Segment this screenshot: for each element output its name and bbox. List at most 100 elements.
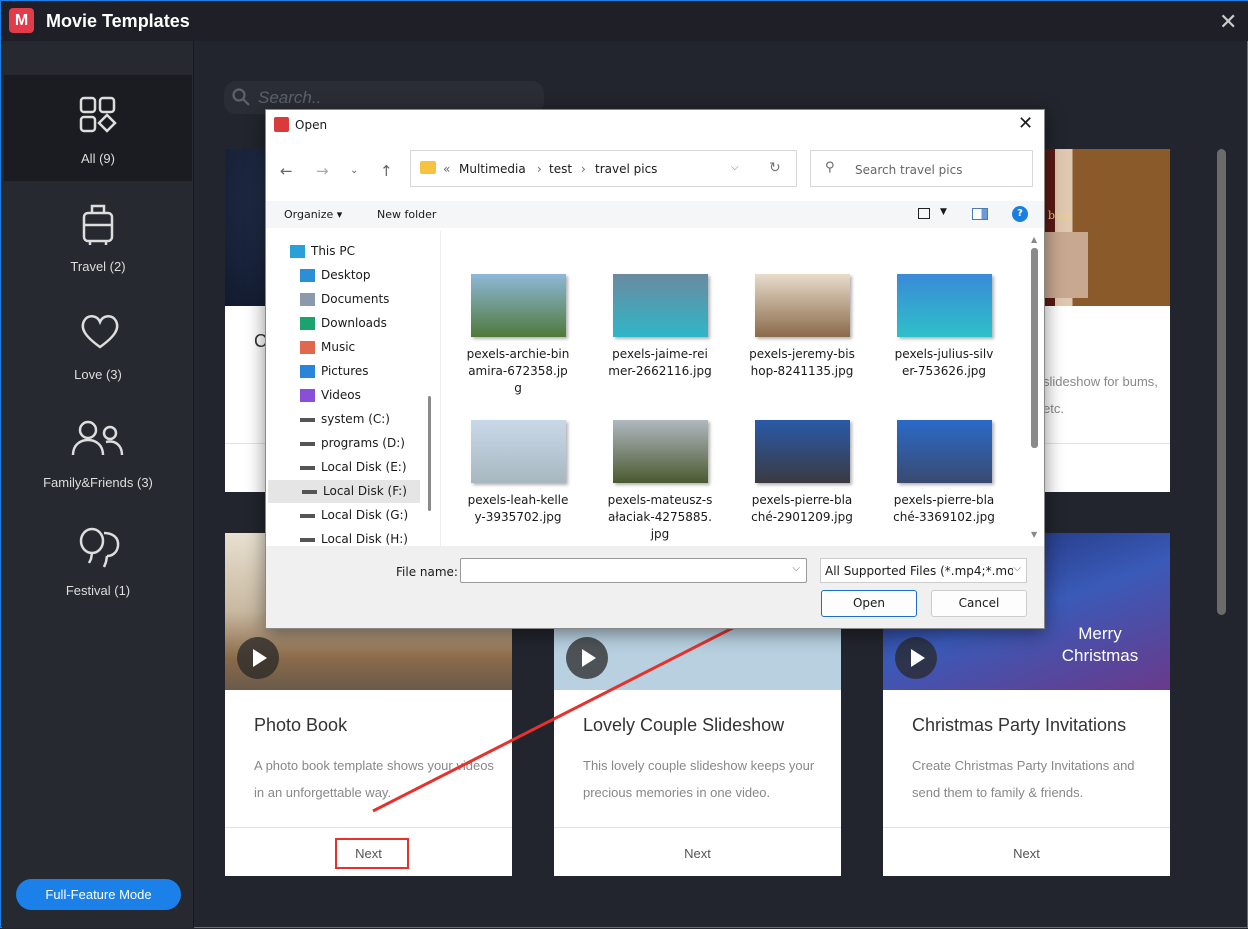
file-thumbnail: [470, 274, 566, 337]
file-name: pexels-pierre-blaché-3369102.jpg: [893, 493, 995, 524]
drive-icon: [300, 538, 315, 542]
nav-item[interactable]: system (C:): [266, 408, 418, 431]
file-thumbnail: [470, 420, 566, 483]
nav-item-label: Local Disk (H:): [321, 532, 408, 546]
breadcrumb-multimedia[interactable]: Multimedia: [459, 162, 526, 176]
nav-item-label: Desktop: [321, 268, 371, 282]
nav-item-label: Downloads: [321, 316, 387, 330]
scroll-up-icon[interactable]: ▲: [1031, 235, 1037, 244]
file-item[interactable]: pexels-jeremy-bishop-8241135.jpg: [737, 274, 867, 380]
preview-pane-icon[interactable]: [972, 208, 988, 220]
folder-icon: [420, 161, 436, 174]
file-name-label: File name:: [396, 565, 458, 579]
file-item[interactable]: pexels-pierre-blaché-2901209.jpg: [737, 420, 867, 526]
nav-item[interactable]: Documents: [266, 288, 418, 311]
nav-item[interactable]: Videos: [266, 384, 418, 407]
address-bar[interactable]: « Multimedia › test › travel pics ⌵ ↻: [410, 150, 797, 187]
nav-item-label: Music: [321, 340, 356, 354]
nav-item[interactable]: Music: [266, 336, 418, 359]
file-name: pexels-pierre-blaché-2901209.jpg: [751, 493, 853, 524]
dialog-footer: File name: ⌵ All Supported Files (*.mp4;…: [266, 546, 1044, 628]
search-placeholder: Search travel pics: [855, 163, 963, 177]
nav-item-label: system (C:): [321, 412, 390, 426]
nav-scrollbar[interactable]: [428, 396, 431, 511]
folder-icon: [300, 317, 315, 330]
file-item[interactable]: pexels-leah-kelley-3935702.jpg: [453, 420, 583, 526]
breadcrumb-overflow[interactable]: «: [443, 162, 450, 176]
nav-item-label: Documents: [321, 292, 390, 306]
search-icon: ⚲: [825, 160, 835, 175]
organize-button[interactable]: Organize ▾: [284, 208, 342, 221]
navigation-pane: This PC Desktop Documents Downloads Music Pic…: [266, 231, 436, 546]
drive-icon: [300, 442, 315, 446]
file-name: pexels-julius-silver-753626.jpg: [894, 347, 994, 378]
folder-icon: [300, 365, 315, 378]
file-item[interactable]: pexels-archie-binamira-672358.jpg: [453, 274, 583, 397]
up-arrow-icon[interactable]: ↑: [380, 162, 393, 180]
drive-icon: [300, 466, 315, 470]
file-name: pexels-jeremy-bishop-8241135.jpg: [749, 347, 855, 378]
chevron-down-icon: ⌵: [1013, 563, 1021, 574]
view-icon[interactable]: [918, 208, 930, 219]
folder-icon: [300, 341, 315, 354]
app-icon: [274, 117, 289, 132]
refresh-icon[interactable]: ↻: [769, 160, 781, 176]
dialog-title: Open: [295, 118, 328, 132]
file-thumbnail: [754, 420, 850, 483]
breadcrumb-test[interactable]: test: [549, 162, 572, 176]
drive-icon: [302, 490, 317, 494]
close-icon[interactable]: ✕: [1018, 113, 1033, 134]
view-dropdown-icon[interactable]: ▼: [940, 207, 947, 217]
file-thumbnail: [896, 274, 992, 337]
file-scrollbar[interactable]: [1031, 248, 1038, 448]
nav-item[interactable]: Desktop: [266, 264, 418, 287]
forward-arrow-icon[interactable]: →: [316, 162, 329, 180]
file-item[interactable]: pexels-mateusz-sałaciak-4275885.jpg: [595, 420, 725, 543]
nav-item[interactable]: Local Disk (E:): [266, 456, 418, 479]
folder-icon: [300, 269, 315, 282]
help-icon[interactable]: ?: [1012, 206, 1028, 222]
nav-item[interactable]: This PC: [266, 240, 408, 263]
nav-item[interactable]: Local Disk (G:): [266, 504, 418, 527]
file-item[interactable]: pexels-jaime-reimer-2662116.jpg: [595, 274, 725, 380]
chevron-down-icon[interactable]: ⌵: [731, 162, 739, 173]
nav-item[interactable]: Pictures: [266, 360, 418, 383]
toolbar: Organize ▾ New folder ▼ ?: [266, 201, 1044, 228]
folder-icon: [300, 293, 315, 306]
file-thumbnail: [612, 420, 708, 483]
nav-item-label: Videos: [321, 388, 361, 402]
file-list: pexels-archie-binamira-672358.jpg pexels-…: [440, 231, 1026, 546]
search-folder-input[interactable]: ⚲ Search travel pics: [810, 150, 1033, 187]
file-name: pexels-archie-binamira-672358.jpg: [466, 347, 570, 395]
nav-item[interactable]: Local Disk (H:): [266, 528, 418, 546]
app-window: M Movie Templates ✕ All (9) Travel (2) L…: [0, 0, 1248, 928]
nav-item-label: programs (D:): [321, 436, 405, 450]
file-thumbnail: [896, 420, 992, 483]
nav-item-label: Pictures: [321, 364, 369, 378]
file-name: pexels-jaime-reimer-2662116.jpg: [608, 347, 712, 378]
file-name-input[interactable]: ⌵: [460, 558, 807, 583]
new-folder-button[interactable]: New folder: [377, 208, 436, 221]
file-thumbnail: [612, 274, 708, 337]
scroll-down-icon[interactable]: ▼: [1031, 530, 1037, 539]
open-file-dialog: Open ✕ ← → ⌄ ↑ « Multimedia › test › tra…: [265, 109, 1045, 629]
file-thumbnail: [754, 274, 850, 337]
nav-item-label: Local Disk (E:): [321, 460, 407, 474]
computer-icon: [290, 245, 305, 258]
nav-item[interactable]: Local Disk (F:): [268, 480, 420, 503]
recent-dropdown-icon[interactable]: ⌄: [350, 165, 358, 176]
open-button[interactable]: Open: [821, 590, 917, 617]
nav-item[interactable]: programs (D:): [266, 432, 418, 455]
breadcrumb-separator: ›: [581, 162, 586, 176]
folder-icon: [300, 389, 315, 402]
file-item[interactable]: pexels-pierre-blaché-3369102.jpg: [879, 420, 1009, 526]
drive-icon: [300, 514, 315, 518]
nav-item[interactable]: Downloads: [266, 312, 418, 335]
file-type-select[interactable]: All Supported Files (*.mp4;*.mo ⌵: [820, 558, 1027, 583]
drive-icon: [300, 418, 315, 422]
breadcrumb-travel-pics[interactable]: travel pics: [595, 162, 657, 176]
file-item[interactable]: pexels-julius-silver-753626.jpg: [879, 274, 1009, 380]
back-arrow-icon[interactable]: ←: [280, 162, 293, 180]
chevron-down-icon[interactable]: ⌵: [792, 563, 800, 574]
cancel-button[interactable]: Cancel: [931, 590, 1027, 617]
